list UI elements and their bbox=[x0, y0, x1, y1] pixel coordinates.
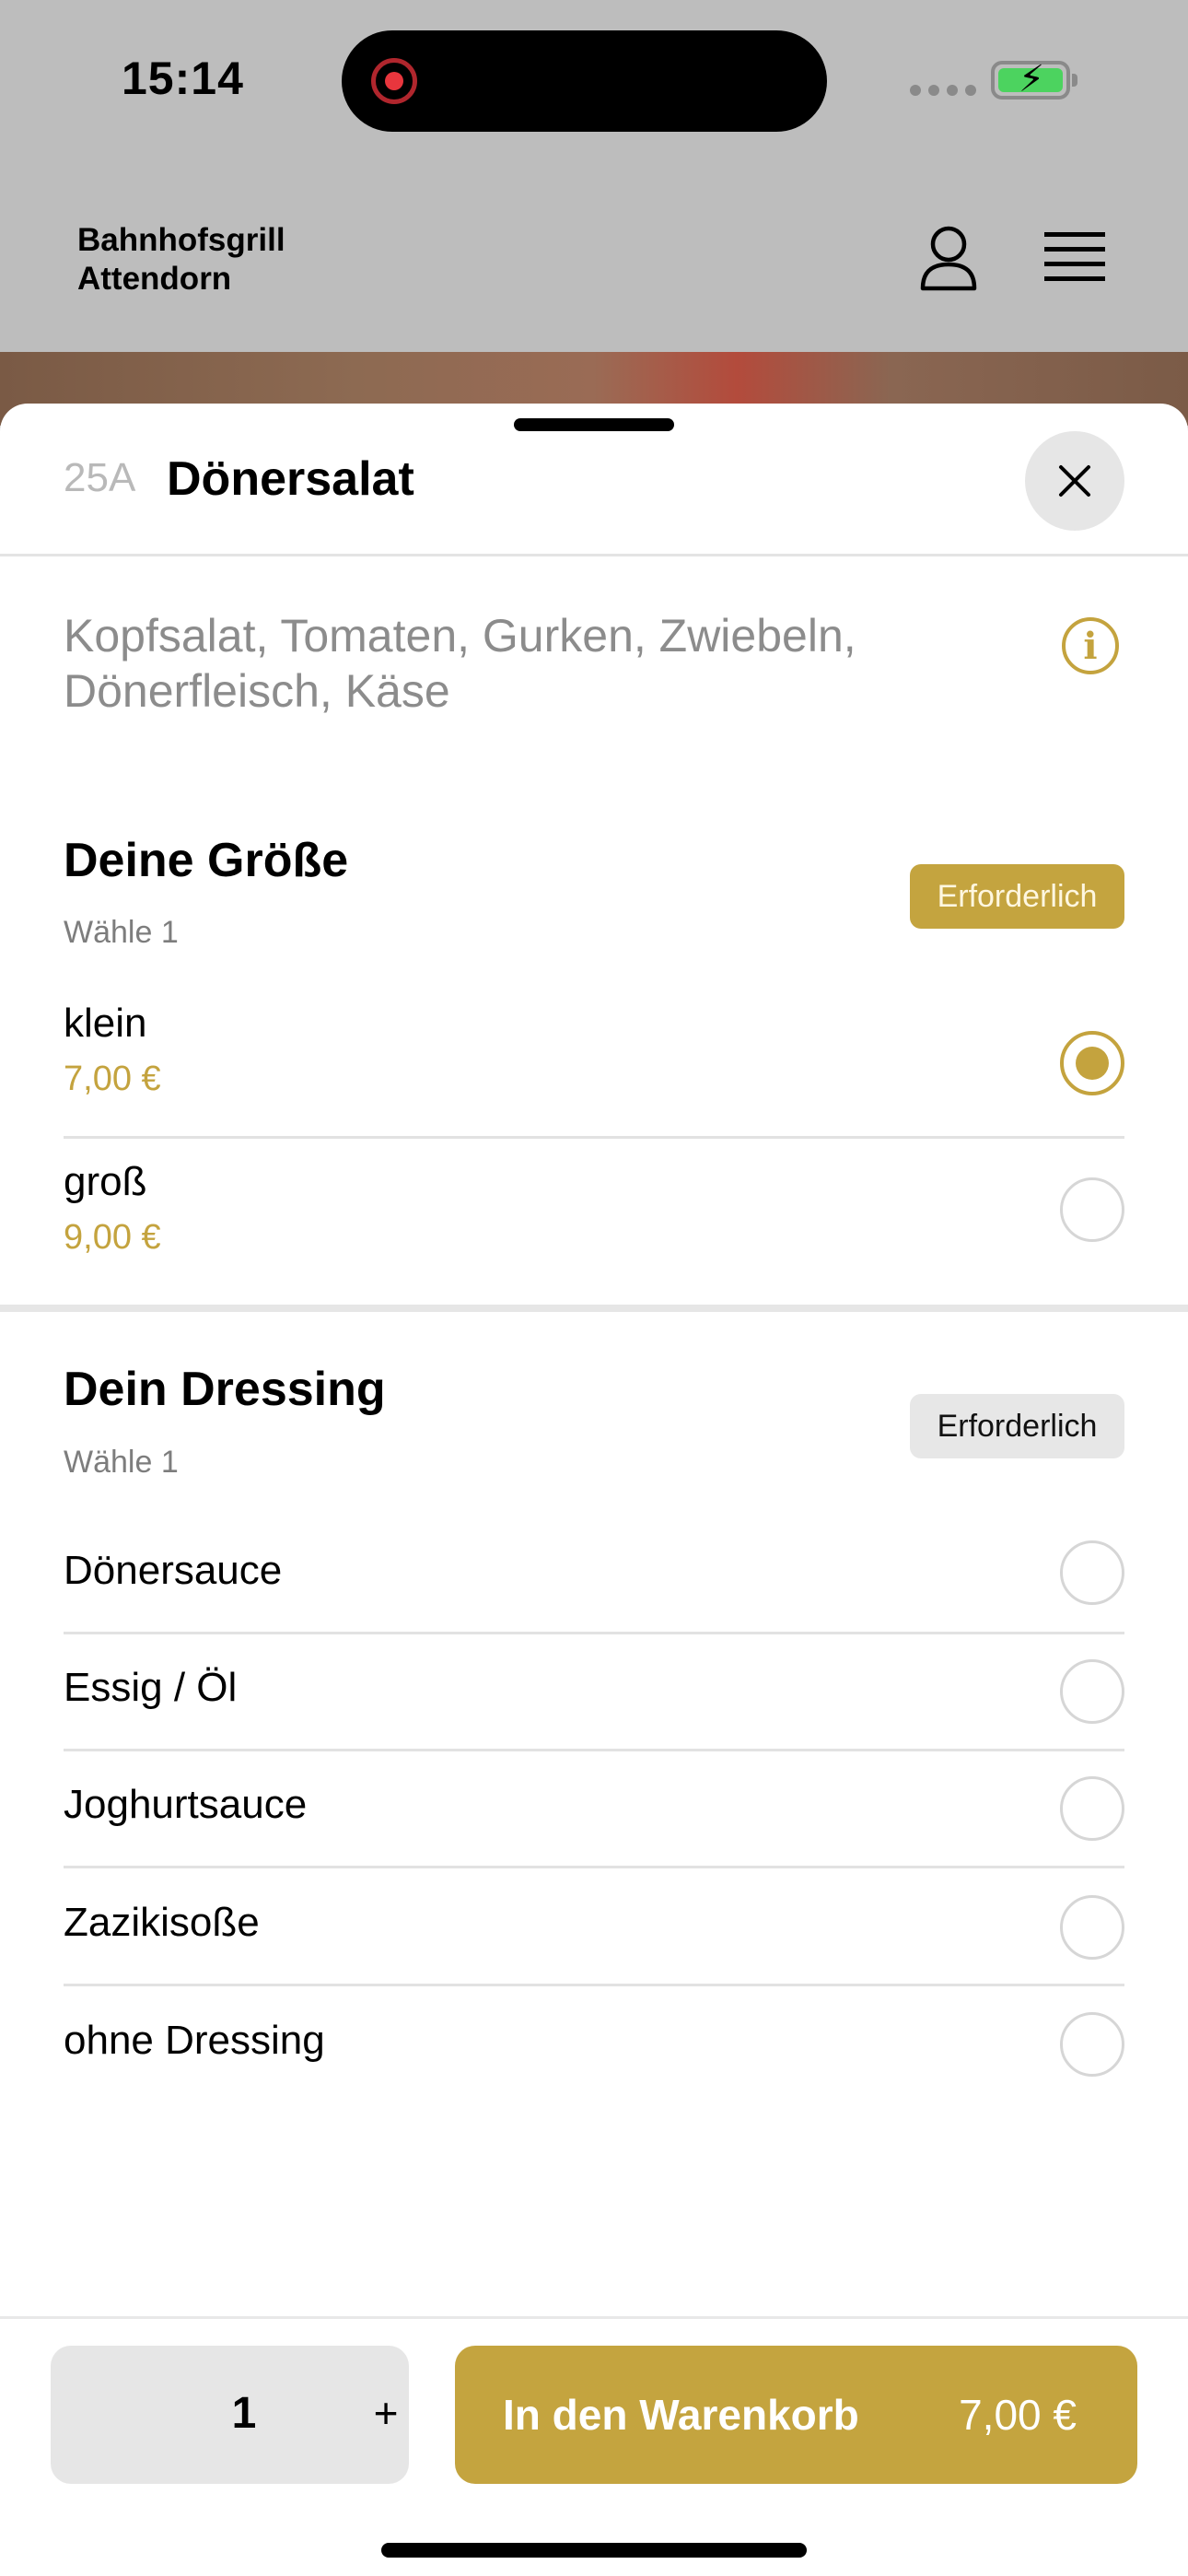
status-bar: 15:14 ⚡ bbox=[0, 0, 1188, 175]
cellular-signal-icon bbox=[910, 85, 976, 96]
product-description: Kopfsalat, Tomaten, Gurken, Zwiebeln, Dö… bbox=[64, 610, 856, 717]
option-label: Dönersauce bbox=[64, 1548, 283, 1593]
close-icon bbox=[1059, 465, 1090, 497]
info-icon[interactable]: i bbox=[1062, 617, 1119, 674]
battery-charging-icon: ⚡ bbox=[991, 61, 1077, 100]
status-time: 15:14 bbox=[122, 53, 244, 104]
footer-bar: 1 + In den Warenkorb 7,00 € bbox=[0, 2316, 1188, 2576]
radio-selected[interactable] bbox=[1060, 1031, 1124, 1095]
quantity-stepper[interactable]: 1 + bbox=[51, 2346, 409, 2484]
option-label: Essig / Öl bbox=[64, 1665, 238, 1710]
group-title-dressing: Dein Dressing bbox=[64, 1363, 386, 1416]
option-label: Joghurtsauce bbox=[64, 1782, 308, 1827]
radio-unselected[interactable] bbox=[1060, 1177, 1124, 1242]
radio-unselected[interactable] bbox=[1060, 1895, 1124, 1960]
brand-name[interactable]: Bahnhofsgrill Attendorn bbox=[77, 221, 285, 299]
option-size-gross[interactable]: groß 9,00 € bbox=[64, 1139, 1124, 1282]
brand-line-1: Bahnhofsgrill bbox=[77, 222, 285, 258]
option-price: 9,00 € bbox=[64, 1218, 161, 1257]
radio-unselected[interactable] bbox=[1060, 1540, 1124, 1605]
option-label: Zazikisoße bbox=[64, 1900, 260, 1945]
radio-unselected[interactable] bbox=[1060, 2012, 1124, 2077]
option-price: 7,00 € bbox=[64, 1060, 161, 1098]
option-dressing-joghurtsauce[interactable]: Joghurtsauce bbox=[64, 1751, 1124, 1868]
option-dressing-essig-oel[interactable]: Essig / Öl bbox=[64, 1634, 1124, 1751]
recording-indicator-icon bbox=[371, 58, 417, 104]
radio-unselected[interactable] bbox=[1060, 1776, 1124, 1841]
quantity-value: 1 bbox=[231, 2389, 257, 2438]
person-icon[interactable] bbox=[919, 226, 978, 292]
app-header: Bahnhofsgrill Attendorn bbox=[0, 175, 1188, 352]
option-size-klein[interactable]: klein 7,00 € bbox=[64, 993, 1124, 1139]
section-divider bbox=[0, 1305, 1188, 1312]
brand-line-2: Attendorn bbox=[77, 261, 232, 297]
product-sheet: 25A Dönersalat Kopfsalat, Tomaten, Gurke… bbox=[0, 404, 1188, 2576]
product-title: Dönersalat bbox=[167, 452, 414, 506]
group-title-size: Deine Größe bbox=[64, 834, 349, 887]
cart-total-price: 7,00 € bbox=[959, 2391, 1077, 2439]
add-to-cart-button[interactable]: In den Warenkorb 7,00 € bbox=[455, 2346, 1137, 2484]
hamburger-menu-icon[interactable] bbox=[1044, 230, 1105, 286]
group-subtitle-size: Wähle 1 bbox=[64, 915, 179, 950]
required-badge-dressing: Erforderlich bbox=[910, 1394, 1124, 1458]
group-subtitle-dressing: Wähle 1 bbox=[64, 1445, 179, 1480]
sheet-header: 25A Dönersalat bbox=[0, 404, 1188, 556]
option-label: klein bbox=[64, 1001, 147, 1046]
option-dressing-ohne[interactable]: ohne Dressing bbox=[64, 1986, 1124, 2104]
option-label: groß bbox=[64, 1159, 147, 1204]
radio-unselected[interactable] bbox=[1060, 1659, 1124, 1724]
increment-button[interactable]: + bbox=[364, 2388, 408, 2438]
home-indicator[interactable] bbox=[381, 2543, 807, 2558]
close-button[interactable] bbox=[1025, 431, 1124, 531]
product-number: 25A bbox=[64, 455, 136, 500]
option-label: ohne Dressing bbox=[64, 2018, 325, 2063]
option-dressing-doenersauce[interactable]: Dönersauce bbox=[64, 1515, 1124, 1634]
dynamic-island bbox=[342, 30, 827, 132]
required-badge-size: Erforderlich bbox=[910, 864, 1124, 929]
add-to-cart-label: In den Warenkorb bbox=[503, 2391, 859, 2439]
option-dressing-zazikisosse[interactable]: Zazikisoße bbox=[64, 1868, 1124, 1986]
